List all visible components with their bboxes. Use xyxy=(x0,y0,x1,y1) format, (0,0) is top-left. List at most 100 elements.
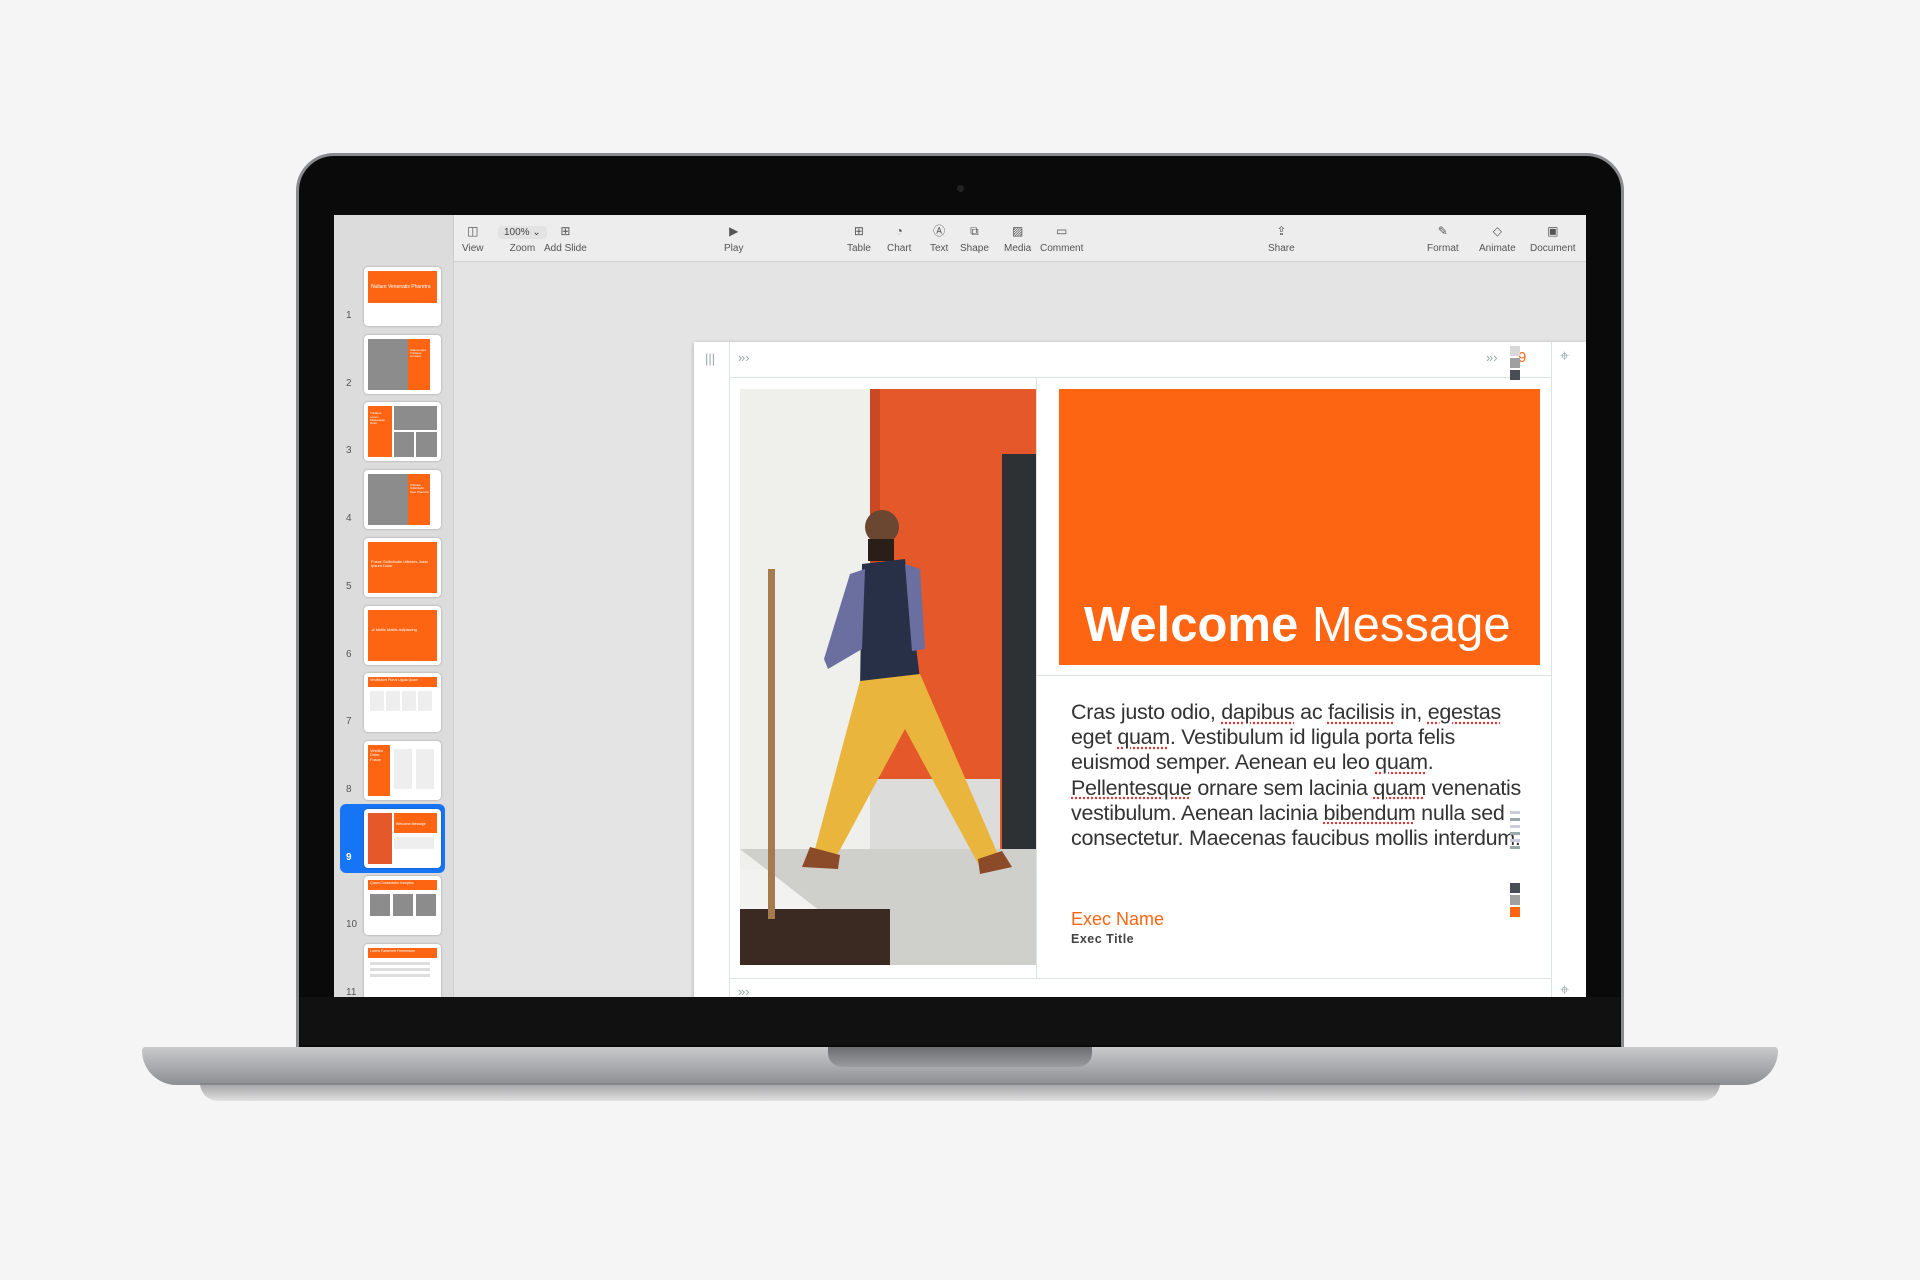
toolbar: ◫ View 100% ⌄ Zoom ⊞ Add Slide ▶ Play ⊞ Table… xyxy=(454,215,1586,262)
document-button[interactable]: ▣ Document xyxy=(1530,223,1576,254)
drag-handle-icon[interactable]: ||| xyxy=(705,351,715,366)
photo-man-walking[interactable] xyxy=(740,389,1036,965)
slide-number-label: 5 xyxy=(346,580,352,592)
misspelled-word: quam xyxy=(1375,750,1428,775)
laptop-notch xyxy=(828,1047,1092,1067)
chevrons-icon: »› xyxy=(738,350,750,365)
slide-number-label: 8 xyxy=(346,783,352,795)
animate-diamond-icon: ◇ xyxy=(1492,224,1502,238)
slide[interactable]: ||| »› »› 9 ⌖ »› ⌖ Welcome Message Cras … xyxy=(694,342,1586,997)
thumbnail-title: -8 Mollis Mattis Adipiscing xyxy=(371,626,417,632)
title-box[interactable]: Welcome Message xyxy=(1059,389,1540,665)
gutter-line-left xyxy=(729,342,730,997)
thumbnail-title: Nullam Venenatis Pharetra xyxy=(371,284,431,290)
crosshair-icon: ⌖ xyxy=(1560,348,1570,365)
misspelled-word: egestas xyxy=(1427,700,1502,724)
text-run: in, xyxy=(1394,700,1428,724)
color-swatch[interactable] xyxy=(1510,895,1520,905)
slide-thumbnail-6[interactable]: -8 Mollis Mattis Adipiscing xyxy=(364,605,441,665)
chart-button[interactable]: ◔ Chart xyxy=(887,223,911,254)
text-run: eget xyxy=(1071,725,1118,750)
text-run: Cras justo odio, xyxy=(1071,700,1222,724)
gutter-line-right xyxy=(1551,342,1552,997)
slide-number-label: 4 xyxy=(346,513,352,525)
format-button[interactable]: ✎ Format xyxy=(1427,223,1459,254)
line-style-swatch[interactable] xyxy=(1510,811,1520,814)
laptop-chin xyxy=(300,997,1620,1045)
chart-icon: ◔ xyxy=(895,224,903,238)
color-swatch[interactable] xyxy=(1510,907,1520,917)
comment-button[interactable]: ▭ Comment xyxy=(1040,223,1083,254)
slide-title[interactable]: Welcome Message xyxy=(1084,597,1511,653)
laptop-base-shadow xyxy=(200,1083,1720,1101)
color-swatch[interactable] xyxy=(1510,883,1520,893)
slide-thumbnail-1[interactable]: Nullam Venenatis Pharetra xyxy=(364,267,441,326)
thumbnail-title: Lorem Parturient Fermentum xyxy=(370,949,415,953)
text-button[interactable]: Ⓐ Text xyxy=(930,223,948,254)
shape-button[interactable]: ⧉ Shape xyxy=(960,223,989,254)
add-slide-button[interactable]: ⊞ Add Slide xyxy=(544,223,587,254)
misspelled-word: bibendum xyxy=(1323,800,1416,825)
paintbrush-icon: ✎ xyxy=(1437,224,1448,238)
slide-thumbnail-11[interactable]: Lorem Parturient Fermentum xyxy=(364,944,441,997)
slide-number-label: 7 xyxy=(346,716,352,728)
thumbnail-title: Fusce Sollicitudin Ultricies Justo Ipsum… xyxy=(371,558,429,569)
camera xyxy=(957,185,964,192)
color-swatch[interactable] xyxy=(1510,370,1520,380)
thumbnail-title: Ultricies Sollicitudin Sem Pharetra xyxy=(410,483,429,494)
line-style-swatch[interactable] xyxy=(1510,825,1520,828)
keynote-window: Nullam Venenatis Pharetra 1 Ullamcorper Tr… xyxy=(334,215,1586,997)
zoom-select[interactable]: 100% ⌄ xyxy=(498,226,547,239)
chevrons-icon: »› xyxy=(738,984,750,997)
header-line xyxy=(729,377,1551,378)
slide-thumbnail-9[interactable]: Welcome Message xyxy=(364,808,441,868)
slide-thumbnail-4[interactable]: Ultricies Sollicitudin Sem Pharetra xyxy=(364,470,441,530)
misspelled-word: quam xyxy=(1117,725,1170,750)
misspelled-word: quam xyxy=(1373,775,1426,800)
shape-icon: ⧉ xyxy=(970,224,979,238)
slide-thumbnail-2[interactable]: Ullamcorper Tristique Consect xyxy=(364,334,441,394)
text-run: ornare sem lacinia xyxy=(1191,775,1374,800)
line-style-swatch[interactable] xyxy=(1510,846,1520,849)
slide-navigator[interactable]: Nullam Venenatis Pharetra 1 Ullamcorper Tr… xyxy=(334,215,454,997)
column-divider xyxy=(1036,378,1037,978)
misspelled-word: facilisis xyxy=(1327,700,1395,724)
play-button[interactable]: ▶ Play xyxy=(724,223,743,254)
exec-title[interactable]: Exec Title xyxy=(1071,932,1134,946)
play-icon: ▶ xyxy=(729,224,739,238)
table-button[interactable]: ⊞ Table xyxy=(847,223,871,254)
line-style-swatch[interactable] xyxy=(1510,839,1520,842)
slide-thumbnail-10[interactable]: Quam Consectetur Inceptos xyxy=(364,876,441,936)
thumbnail-title: Vestibu Dolor Fusce xyxy=(370,747,384,762)
exec-name[interactable]: Exec Name xyxy=(1071,909,1164,930)
animate-button[interactable]: ◇ Animate xyxy=(1479,223,1516,254)
thumbnail-title: Ullamcorper Tristique Consect xyxy=(410,347,427,359)
slide-number-label: 6 xyxy=(346,648,352,660)
slide-number-label: 11 xyxy=(346,987,357,997)
crosshair-icon: ⌖ xyxy=(1560,982,1570,997)
text-run: ac xyxy=(1294,700,1328,724)
media-button[interactable]: ▨ Media xyxy=(1004,223,1031,254)
line-style-swatch[interactable] xyxy=(1510,818,1520,821)
zoom-button[interactable]: 100% ⌄ Zoom xyxy=(498,223,547,254)
color-swatch[interactable] xyxy=(1510,346,1520,356)
share-button[interactable]: ⇪ Share xyxy=(1268,223,1295,254)
sidebar-icon: ◫ xyxy=(467,224,479,238)
slide-thumbnail-5[interactable]: Fusce Sollicitudin Ultricies Justo Ipsum… xyxy=(364,537,441,597)
add-slide-icon: ⊞ xyxy=(560,224,571,238)
slide-thumbnail-7[interactable]: Vestibulum Purus Ligula Quam xyxy=(364,673,441,733)
slide-thumbnail-3[interactable]: Tristique Lorem Malesuada Dolor xyxy=(364,402,441,462)
chevrons-icon: »› xyxy=(1486,350,1498,365)
color-swatch[interactable] xyxy=(1510,358,1520,368)
thumbnail-title: Quam Consectetur Inceptos xyxy=(370,881,414,886)
view-button[interactable]: ◫ View xyxy=(462,223,484,254)
slide-number-label: 9 xyxy=(346,851,352,863)
document-icon: ▣ xyxy=(1547,224,1559,238)
slide-number-label: 3 xyxy=(346,445,352,457)
slide-thumbnail-8[interactable]: Vestibu Dolor Fusce xyxy=(364,740,441,800)
line-style-swatch[interactable] xyxy=(1510,832,1520,835)
share-icon: ⇪ xyxy=(1276,224,1287,238)
body-text[interactable]: Cras justo odio, dapibus ac facilisis in… xyxy=(1071,700,1531,851)
text-run: . xyxy=(1427,750,1434,775)
slide-number-label: 1 xyxy=(346,310,352,321)
